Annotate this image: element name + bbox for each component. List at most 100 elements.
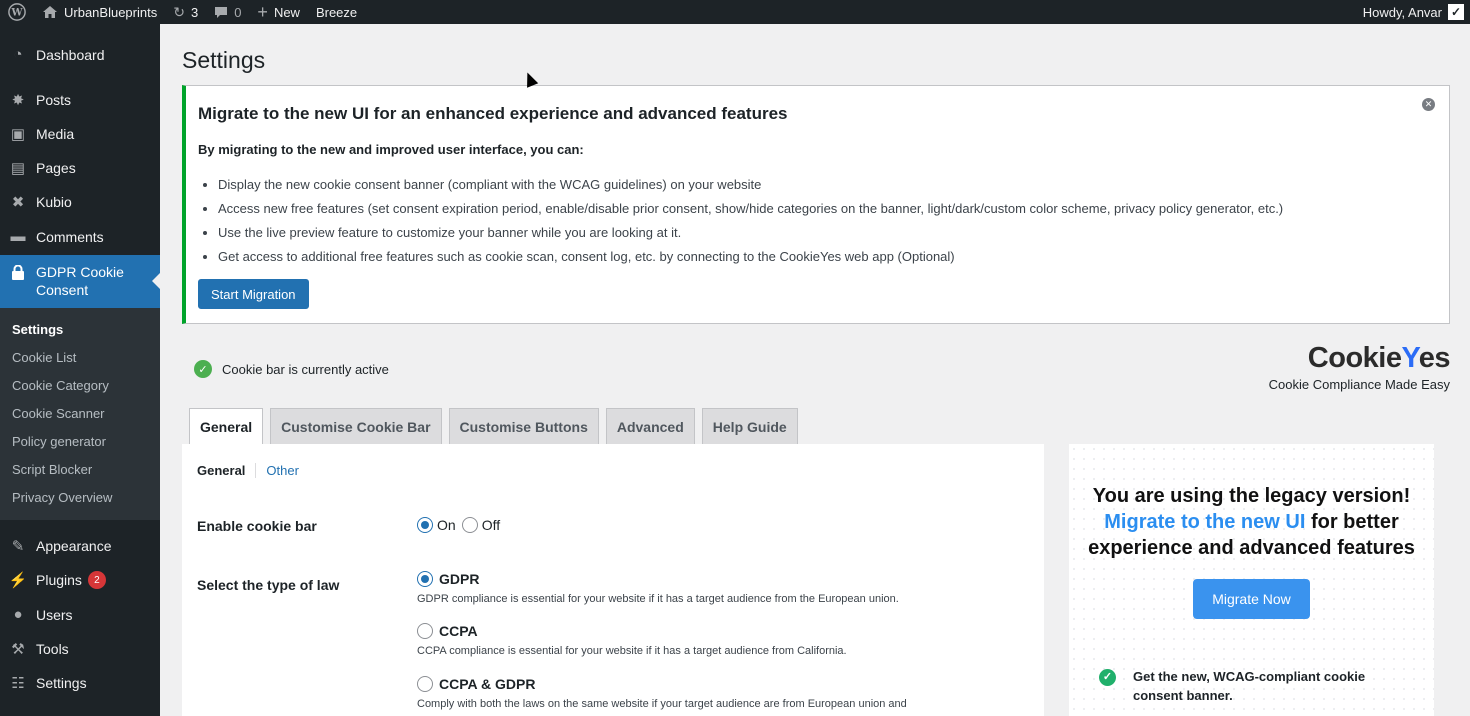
sidebar-item-label: Settings (36, 675, 87, 691)
sidebar-item-gdpr-cookie-consent[interactable]: GDPR Cookie Consent (0, 255, 160, 308)
tab-advanced[interactable]: Advanced (605, 408, 695, 444)
updates-count: 3 (190, 4, 199, 20)
sidebar-item-users[interactable]: ● Users (0, 606, 160, 623)
cookieyes-logo: CookieYes (1307, 342, 1451, 374)
migration-notice: Migrate to the new UI for an enhanced ex… (182, 85, 1450, 324)
pages-icon: ▤ (10, 160, 26, 177)
new-content-link[interactable]: + New (249, 0, 308, 24)
sidebar-item-settings[interactable]: ☷ Settings (0, 674, 160, 692)
sidebar-item-label: GDPR Cookie Consent (36, 264, 124, 298)
submenu-script-blocker[interactable]: Script Blocker (12, 462, 92, 477)
sidebar-item-label: Comments (36, 228, 104, 245)
plus-icon: + (257, 1, 268, 22)
submenu-cookie-list[interactable]: Cookie List (12, 350, 76, 365)
howdy-text: Howdy, Anvar (1362, 4, 1442, 20)
check-icon: ✓ (1099, 669, 1116, 686)
gdpr-radio[interactable] (417, 571, 433, 587)
dismiss-notice-close-icon[interactable]: ✕ (1422, 98, 1435, 111)
submenu-cookie-category[interactable]: Cookie Category (12, 378, 109, 393)
comment-icon: ▬ (10, 228, 26, 245)
admin-sidebar: ◔ Dashboard ✸ Posts ▣ Media ▤ Pages ✖ Ku… (0, 24, 160, 716)
promo-feature-item: ✓ Get the new, WCAG-compliant cookie con… (1099, 667, 1403, 705)
page-title: Settings (182, 47, 266, 73)
sidebar-item-label: Pages (36, 160, 76, 176)
general-settings-panel: General Other Enable cookie bar On Off S… (182, 444, 1044, 716)
law-option-ccpa: CCPA (417, 623, 478, 639)
notice-bullet: Use the live preview feature to customiz… (218, 224, 1283, 248)
enable-cookie-bar-options: On Off (417, 517, 500, 533)
avatar: ✓ (1448, 4, 1464, 20)
sidebar-item-dashboard[interactable]: ◔ Dashboard (0, 46, 160, 63)
migrate-new-ui-link[interactable]: Migrate to the new UI (1104, 511, 1305, 533)
comments-link[interactable]: 0 (206, 0, 249, 24)
updates-link[interactable]: ↻ 3 (165, 0, 206, 24)
cookie-bar-status: ✓ Cookie bar is currently active (194, 360, 389, 378)
enable-off-label: Off (481, 517, 501, 533)
sidebar-item-plugins[interactable]: ⚡ Plugins 2 (0, 571, 160, 589)
subtab-general[interactable]: General (197, 463, 257, 478)
lock-icon (0, 263, 36, 280)
submenu-policy-generator[interactable]: Policy generator (12, 434, 106, 449)
status-text: Cookie bar is currently active (222, 361, 389, 377)
plugins-update-badge: 2 (87, 571, 106, 589)
ccpa-gdpr-radio[interactable] (417, 676, 433, 692)
breeze-label: Breeze (315, 4, 358, 20)
ccpa-radio[interactable] (417, 623, 433, 639)
migrate-now-button[interactable]: Migrate Now (1193, 579, 1310, 619)
gdpr-label: GDPR (439, 571, 480, 587)
dashboard-icon: ◔ (13, 46, 23, 63)
ccpa-label: CCPA (439, 623, 478, 639)
sidebar-item-appearance[interactable]: ✎ Appearance (0, 537, 160, 555)
user-icon: ● (13, 606, 23, 623)
plugin-icon: ⚡ (8, 572, 28, 589)
sidebar-item-label: Kubio (36, 194, 72, 210)
comment-icon (214, 6, 228, 19)
svg-text:W: W (10, 8, 23, 19)
start-migration-button[interactable]: Start Migration (198, 279, 309, 309)
law-option-gdpr: GDPR (417, 571, 479, 587)
sidebar-item-label: Posts (36, 92, 72, 108)
sidebar-item-comments[interactable]: ▬ Comments (0, 228, 160, 245)
notice-heading: Migrate to the new UI for an enhanced ex… (198, 104, 788, 123)
wordpress-logo-icon[interactable]: W (0, 0, 34, 24)
subtabs: General Other (197, 463, 309, 478)
current-menu-arrow (152, 273, 160, 289)
settings-tabs: General Customise Cookie Bar Customise B… (189, 408, 805, 445)
submenu-cookie-scanner[interactable]: Cookie Scanner (12, 406, 105, 421)
home-icon (42, 5, 58, 19)
promo-heading: You are using the legacy version! Migrat… (1088, 485, 1415, 559)
submenu-privacy-overview[interactable]: Privacy Overview (12, 490, 112, 505)
notice-intro: By migrating to the new and improved use… (198, 142, 584, 157)
tab-help-guide[interactable]: Help Guide (701, 408, 798, 444)
admin-bar: W UrbanBlueprints ↻ 3 0 + New Breeze How… (0, 0, 1470, 24)
breeze-link[interactable]: Breeze (308, 0, 365, 24)
refresh-icon: ↻ (173, 3, 185, 20)
notice-bullet-list: Display the new cookie consent banner (c… (218, 176, 1283, 272)
sidebar-item-label: Users (36, 606, 73, 623)
notice-bullet: Access new free features (set consent ex… (218, 200, 1283, 224)
promo-feature-text: Get the new, WCAG-compliant cookie conse… (1133, 669, 1366, 703)
migration-promo-card: You are using the legacy version! Migrat… (1069, 444, 1434, 716)
brush-icon: ✎ (11, 538, 25, 555)
account-menu[interactable]: Howdy, Anvar ✓ (1355, 0, 1470, 24)
sidebar-item-label: Media (36, 126, 75, 142)
notice-bullet: Display the new cookie consent banner (c… (218, 176, 1283, 200)
sidebar-item-label: Tools (36, 641, 69, 657)
site-name-link[interactable]: UrbanBlueprints (34, 0, 165, 24)
tab-customise-buttons[interactable]: Customise Buttons (448, 408, 599, 444)
enable-off-radio[interactable] (461, 517, 478, 533)
tab-customise-cookie-bar[interactable]: Customise Cookie Bar (270, 408, 442, 444)
enable-on-radio[interactable] (417, 517, 433, 533)
law-type-label: Select the type of law (197, 577, 340, 593)
tab-general[interactable]: General (189, 408, 264, 445)
settings-icon: ☷ (11, 675, 25, 692)
sidebar-item-tools[interactable]: ⚒ Tools (0, 640, 160, 658)
submenu-settings[interactable]: Settings (12, 322, 63, 337)
sidebar-item-posts[interactable]: ✸ Posts (0, 91, 160, 109)
subtab-other[interactable]: Other (266, 463, 309, 478)
sidebar-item-media[interactable]: ▣ Media (0, 125, 160, 143)
gdpr-description: GDPR compliance is essential for your we… (417, 593, 899, 605)
sidebar-item-pages[interactable]: ▤ Pages (0, 159, 160, 177)
sidebar-item-kubio[interactable]: ✖ Kubio (0, 193, 160, 211)
sidebar-item-label: Plugins (36, 572, 82, 588)
